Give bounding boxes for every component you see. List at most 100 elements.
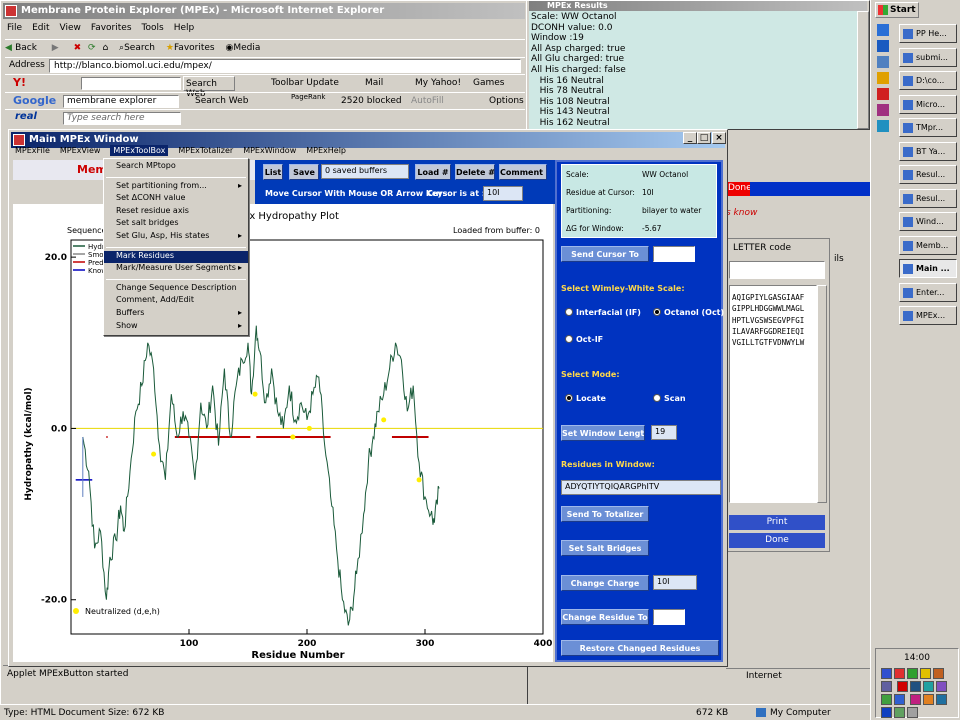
printer-icon[interactable] [881,681,892,692]
yahoo-icon[interactable] [877,104,889,116]
menu-item-search-mptopo[interactable]: Search MPtopo [104,161,248,174]
results-scrollbar[interactable] [857,11,869,129]
antivirus-tray-icon[interactable] [894,668,905,679]
security-icon[interactable] [909,681,921,692]
change-residue-button[interactable]: Change Residue To [561,609,649,625]
options-button[interactable]: Options [489,96,524,106]
maximize-button[interactable]: □ [697,132,711,144]
set-window-length-button[interactable]: Set Window Length [561,425,645,441]
menu-item-set-salt-bridges[interactable]: Set salt bridges [104,218,248,231]
power-icon[interactable] [881,694,892,705]
sync-icon[interactable] [922,681,934,692]
menu-item-mark-measure-user-segments[interactable]: Mark/Measure User Segments ▸ [104,263,248,276]
real-logo-icon[interactable]: real [15,111,37,122]
restore-residues-button[interactable]: Restore Changed Residues [561,640,719,656]
google-search-button[interactable]: Search Web [195,96,248,106]
taskbar-item[interactable]: Resul... [899,188,957,208]
set-salt-bridges-button[interactable]: Set Salt Bridges [561,540,649,556]
main-menu-mpextotalizer[interactable]: MPExTotalizer [178,146,233,155]
back-icon[interactable]: ◀ [5,43,15,53]
display-icon[interactable] [935,681,947,692]
print-button[interactable]: Print [729,515,825,530]
taskbar-item[interactable]: Micro... [899,94,957,114]
taskbar-item[interactable]: TMpr... [899,118,957,137]
menu-item-set-glu-asp-his-states[interactable]: Set Glu, Asp, His states ▸ [104,231,248,244]
window-length-field[interactable]: 19 [651,425,677,440]
search-button[interactable]: Search [124,43,155,53]
forward-icon[interactable]: ▶ [52,43,59,53]
vpn-icon[interactable] [935,694,947,705]
sequence-textarea[interactable]: AQIGPIYLGASGIAAF GIPPLHDGGWWLMAGL HPTLVGSW… [729,285,817,503]
norton-icon[interactable] [896,681,908,692]
change-residue-input[interactable] [653,609,685,625]
cursor-field[interactable]: 10I [483,186,523,201]
ie-menu-file[interactable]: File [7,23,22,33]
menu-item-set-conh-value[interactable]: Set ΔCONH value [104,193,248,206]
outlook-icon[interactable] [877,40,889,52]
send-cursor-button[interactable]: Send Cursor To [561,246,649,262]
home-icon[interactable]: ⌂ [102,43,108,53]
bluetooth-icon[interactable] [881,707,892,718]
refresh-icon[interactable]: ⟳ [88,43,96,53]
yahoo-logo-icon[interactable]: Y! [13,76,26,89]
battery-icon[interactable] [894,707,905,718]
minimize-button[interactable]: _ [683,132,697,144]
comment-button[interactable]: Comment # [499,164,547,180]
radio-oct-if[interactable]: Oct-IF [565,335,603,344]
mail-button[interactable]: Mail [365,78,383,88]
send-cursor-input[interactable] [653,246,695,262]
load-button[interactable]: Load # [415,164,451,180]
charge-field[interactable]: 10I [653,575,697,590]
java-tray-icon[interactable] [922,694,934,705]
send-to-totalizer-button[interactable]: Send To Totalizer [561,506,649,522]
back-button[interactable]: Back [15,43,37,53]
games-button[interactable]: Games [473,78,504,88]
taskbar-item[interactable]: Enter... [899,282,957,302]
ie-icon[interactable] [877,24,889,36]
yahoo-search-button[interactable]: Search Web [183,76,235,99]
ie-menu-favorites[interactable]: Favorites [91,23,132,33]
radio-scan[interactable]: Scan [653,394,686,403]
sequence-scrollbar[interactable] [817,285,827,503]
google-search-input[interactable]: membrane explorer [63,95,179,108]
start-button[interactable]: Start [875,2,919,18]
menu-item-mark-residues[interactable]: Mark Residues [104,250,248,264]
main-menu-mpexwindow[interactable]: MPExWindow [243,146,296,155]
taskbar-item[interactable]: D:\co... [899,71,957,90]
list-button[interactable]: List [263,164,283,180]
taskbar-item[interactable]: PP He... [899,24,957,43]
menu-item-buffers[interactable]: Buffers ▸ [104,308,248,321]
messenger-tray-icon[interactable] [920,668,931,679]
results-titlebar[interactable]: MPEx Results [529,1,867,11]
messenger-icon[interactable] [877,72,889,84]
main-menu-mpextoolbox[interactable]: MPExToolBox [110,145,169,156]
popups-blocked[interactable]: 2520 blocked [341,96,402,106]
delete-button[interactable]: Delete # [455,164,495,180]
ie-menu-view[interactable]: View [60,23,81,33]
clock[interactable]: 14:00 [876,649,958,663]
taskbar-item[interactable]: submi... [899,47,957,67]
real-search-input[interactable]: Type search here [63,112,181,125]
my-yahoo-button[interactable]: My Yahoo! [415,78,461,88]
menu-item-show[interactable]: Show ▸ [104,321,248,334]
close-button[interactable]: × [712,132,726,144]
ie-menu-help[interactable]: Help [174,23,195,33]
favorites-button[interactable]: Favorites [174,43,215,53]
letter-code-input[interactable] [729,261,825,279]
menu-item-change-sequence-description[interactable]: Change Sequence Description [104,283,248,296]
main-menu-mpexfile[interactable]: MPExFile [15,146,50,155]
desktop-icon[interactable] [877,56,889,68]
update-icon[interactable] [933,668,944,679]
taskbar-item[interactable]: Main ... [899,259,957,278]
taskbar-item[interactable]: Wind... [899,212,957,231]
change-charge-button[interactable]: Change Charge [561,575,649,591]
menu-item-reset-residue-axis[interactable]: Reset residue axis [104,206,248,219]
menu-item-comment-add-edit[interactable]: Comment, Add/Edit [104,295,248,308]
address-input[interactable]: http://blanco.biomol.uci.edu/mpex/ [49,59,521,73]
save-button[interactable]: Save [289,164,319,180]
favorites-icon[interactable]: ★ [166,43,174,53]
volume-icon[interactable] [907,668,918,679]
ie-titlebar[interactable]: Membrane Protein Explorer (MPEx) - Micro… [3,3,525,19]
media-player-icon[interactable] [877,120,889,132]
network-icon[interactable] [881,668,892,679]
